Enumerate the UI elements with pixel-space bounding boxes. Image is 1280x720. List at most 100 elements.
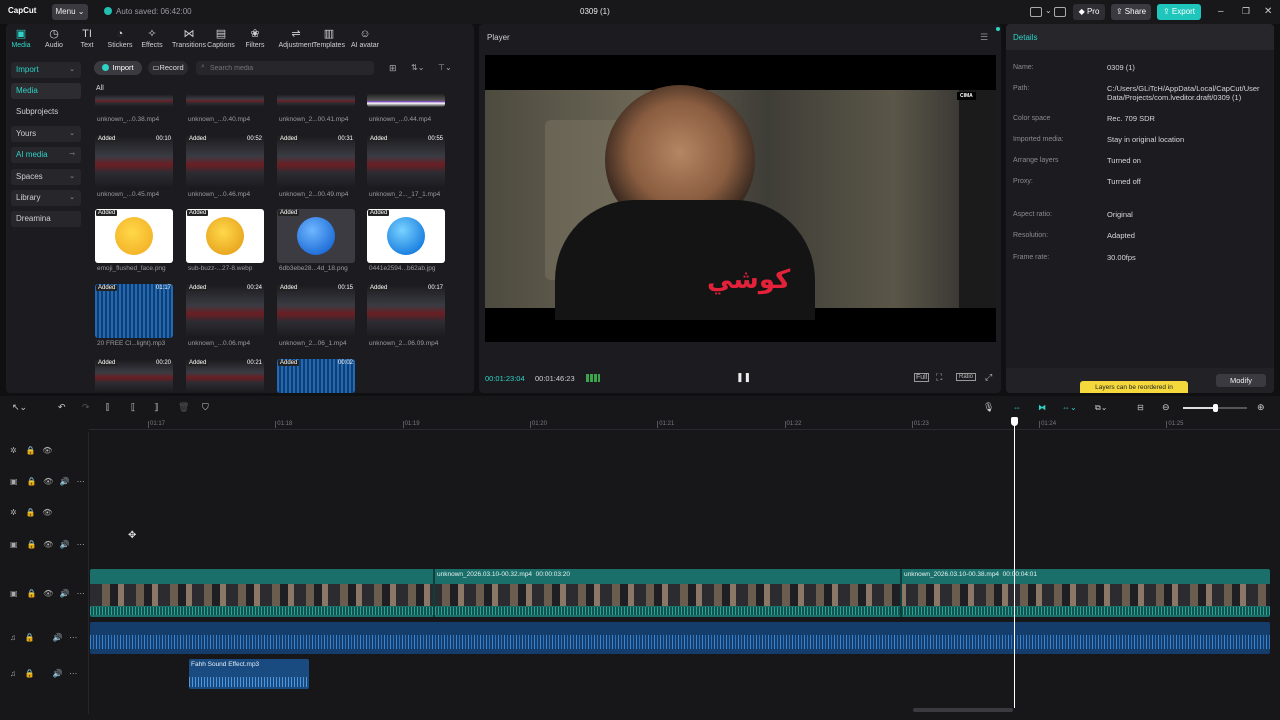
microphone-icon[interactable]: 🎙 — [983, 402, 994, 413]
tool-templates[interactable]: ▥ Templates — [310, 28, 348, 50]
record-button[interactable]: ▭Record — [148, 61, 188, 75]
sidebar-item-ai-media[interactable]: AI media ⇾ — [11, 147, 81, 163]
media-thumb-emoji[interactable]: Added — [367, 209, 445, 263]
filter-icon[interactable]: ⊤⌄ — [438, 63, 452, 72]
tool-ai-avatar[interactable]: ☺ AI avatar — [347, 28, 383, 50]
pause-icon[interactable]: ❚❚ — [736, 372, 751, 383]
media-thumb-video[interactable]: Added 00:31 — [277, 135, 355, 189]
more-icon[interactable]: ⋯ — [69, 633, 77, 642]
speaker-icon[interactable]: 🔊 — [60, 540, 70, 549]
sidebar-item-yours[interactable]: Yours ⌄ — [11, 126, 81, 142]
timeline-scrollbar[interactable] — [913, 708, 1013, 712]
split-icon[interactable]: ⫿ — [106, 402, 109, 413]
minimize-icon[interactable]: – — [1218, 6, 1224, 17]
undo-icon[interactable]: ↶ — [58, 402, 66, 413]
tool-filters[interactable]: ❀ Filters — [239, 28, 271, 50]
sidebar-item-library[interactable]: Library ⌄ — [11, 190, 81, 206]
lock-icon[interactable]: 🔒 — [25, 633, 35, 642]
video-preview[interactable]: كوشي CIMA — [485, 55, 996, 342]
pro-button[interactable]: ◆ Pro — [1073, 4, 1105, 20]
eye-icon[interactable]: 👁 — [42, 508, 52, 517]
sidebar-item-spaces[interactable]: Spaces ⌄ — [11, 169, 81, 185]
tool-stickers[interactable]: ◔ Stickers — [104, 28, 136, 50]
preview-axis-icon[interactable]: ⧉⌄ — [1095, 403, 1107, 413]
redo-icon[interactable]: ↷ — [82, 402, 90, 413]
caption-icon[interactable]: ⊟ — [1137, 403, 1144, 412]
tool-effects[interactable]: ✧ Effects — [136, 28, 168, 50]
modify-button[interactable]: Modify — [1216, 374, 1266, 387]
crop-icon[interactable]: ⛶ — [936, 372, 942, 383]
speaker-icon[interactable]: 🔊 — [60, 589, 70, 598]
sort-icon[interactable]: ⇅⌄ — [411, 63, 424, 72]
lock-icon[interactable]: 🔒 — [26, 477, 36, 486]
main-track-magnet-icon[interactable]: ⇔ — [1013, 403, 1021, 412]
playhead[interactable] — [1014, 418, 1015, 708]
search-media-field[interactable]: ⌕ — [196, 61, 374, 75]
eye-icon[interactable]: 👁 — [43, 477, 53, 486]
lock-icon[interactable]: 🔒 — [26, 540, 36, 549]
layout-dropdown-icon[interactable]: ⌄ — [1045, 6, 1052, 15]
trim-left-icon[interactable]: ⟦ — [131, 402, 135, 413]
overlay-caption[interactable]: كوشي — [707, 265, 790, 295]
tool-audio[interactable]: ◷ Audio — [38, 28, 70, 50]
ratio-icon[interactable]: Ratio — [956, 373, 977, 381]
player-menu-icon[interactable]: ☰ — [980, 32, 988, 43]
lock-icon[interactable]: 🔒 — [26, 508, 36, 517]
auto-snapping-icon[interactable]: ⧓ — [1038, 403, 1046, 412]
menu-button[interactable]: Menu ⌄ — [52, 4, 88, 20]
grid-view-icon[interactable]: ⊞ — [389, 63, 397, 74]
media-thumb-video[interactable]: Added 00:17 — [367, 284, 445, 338]
media-thumb-audio[interactable]: Added 00:02 — [277, 359, 355, 393]
media-thumb[interactable] — [186, 94, 264, 107]
tool-media[interactable]: ▣ Media — [6, 28, 36, 50]
tool-captions[interactable]: ▤ Captions — [204, 28, 238, 50]
eye-icon[interactable]: 👁 — [43, 589, 53, 598]
media-thumb-video[interactable]: Added 00:21 — [186, 359, 264, 393]
timeline-ruler[interactable] — [89, 418, 1280, 430]
media-thumb-emoji[interactable]: Added — [95, 209, 173, 263]
speaker-icon[interactable]: 🔊 — [53, 669, 63, 678]
full-quality-icon[interactable]: Full — [914, 373, 930, 382]
media-thumb-video[interactable]: Added 00:24 — [186, 284, 264, 338]
sidebar-item-subprojects[interactable]: Subprojects — [11, 104, 81, 120]
media-thumb[interactable] — [277, 94, 355, 107]
more-icon[interactable]: ⋯ — [77, 589, 85, 598]
media-thumb-video[interactable]: Added 00:20 — [95, 359, 173, 393]
sidebar-item-media[interactable]: Media — [11, 83, 81, 99]
eye-icon[interactable]: 👁 — [43, 540, 53, 549]
search-input[interactable] — [210, 62, 365, 74]
eye-icon[interactable]: 👁 — [42, 446, 52, 455]
export-button[interactable]: ⇪ Export — [1157, 4, 1201, 20]
sound-effect-clip[interactable]: Fahh Sound Effect.mp3 — [189, 659, 309, 689]
fullscreen-icon[interactable]: ⤢ — [985, 372, 992, 383]
lock-icon[interactable]: 🔒 — [26, 589, 36, 598]
more-icon[interactable]: ⋯ — [77, 540, 85, 549]
main-video-track[interactable] — [90, 569, 1270, 617]
zoom-slider[interactable] — [1183, 404, 1247, 412]
layout-icon[interactable] — [1030, 7, 1042, 17]
media-thumb[interactable] — [95, 94, 173, 107]
linkage-icon[interactable]: ⇔⌄ — [1062, 403, 1077, 412]
delete-icon[interactable]: 🗑 — [178, 402, 189, 413]
media-thumb-video[interactable]: Added 00:10 — [95, 135, 173, 189]
media-thumb-emoji[interactable]: Added — [186, 209, 264, 263]
playhead-handle[interactable] — [1011, 417, 1018, 426]
media-thumb-video[interactable]: Added 00:15 — [277, 284, 355, 338]
audio-track-clip[interactable] — [90, 622, 1270, 654]
trim-right-icon[interactable]: ⟧ — [154, 402, 158, 413]
import-button[interactable]: Import — [94, 61, 142, 75]
tool-transitions[interactable]: ⋈ Transitions — [169, 28, 209, 50]
share-button[interactable]: ⇪ Share — [1111, 4, 1151, 20]
more-icon[interactable]: ⋯ — [77, 477, 85, 486]
select-tool-icon[interactable]: ↖⌄ — [12, 402, 27, 413]
zoom-slider-thumb[interactable] — [1213, 404, 1218, 412]
shortcut-icon[interactable] — [1054, 7, 1066, 17]
more-icon[interactable]: ⋯ — [69, 669, 77, 678]
media-thumb[interactable] — [367, 94, 445, 107]
media-thumb-audio[interactable]: Added 01:17 — [95, 284, 173, 338]
shield-icon[interactable]: ⛉ — [202, 402, 209, 413]
speaker-icon[interactable]: 🔊 — [60, 477, 70, 486]
sidebar-item-import[interactable]: Import ⌄ — [11, 62, 81, 78]
tool-text[interactable]: TI Text — [71, 28, 103, 50]
maximize-icon[interactable]: ❐ — [1242, 6, 1250, 17]
